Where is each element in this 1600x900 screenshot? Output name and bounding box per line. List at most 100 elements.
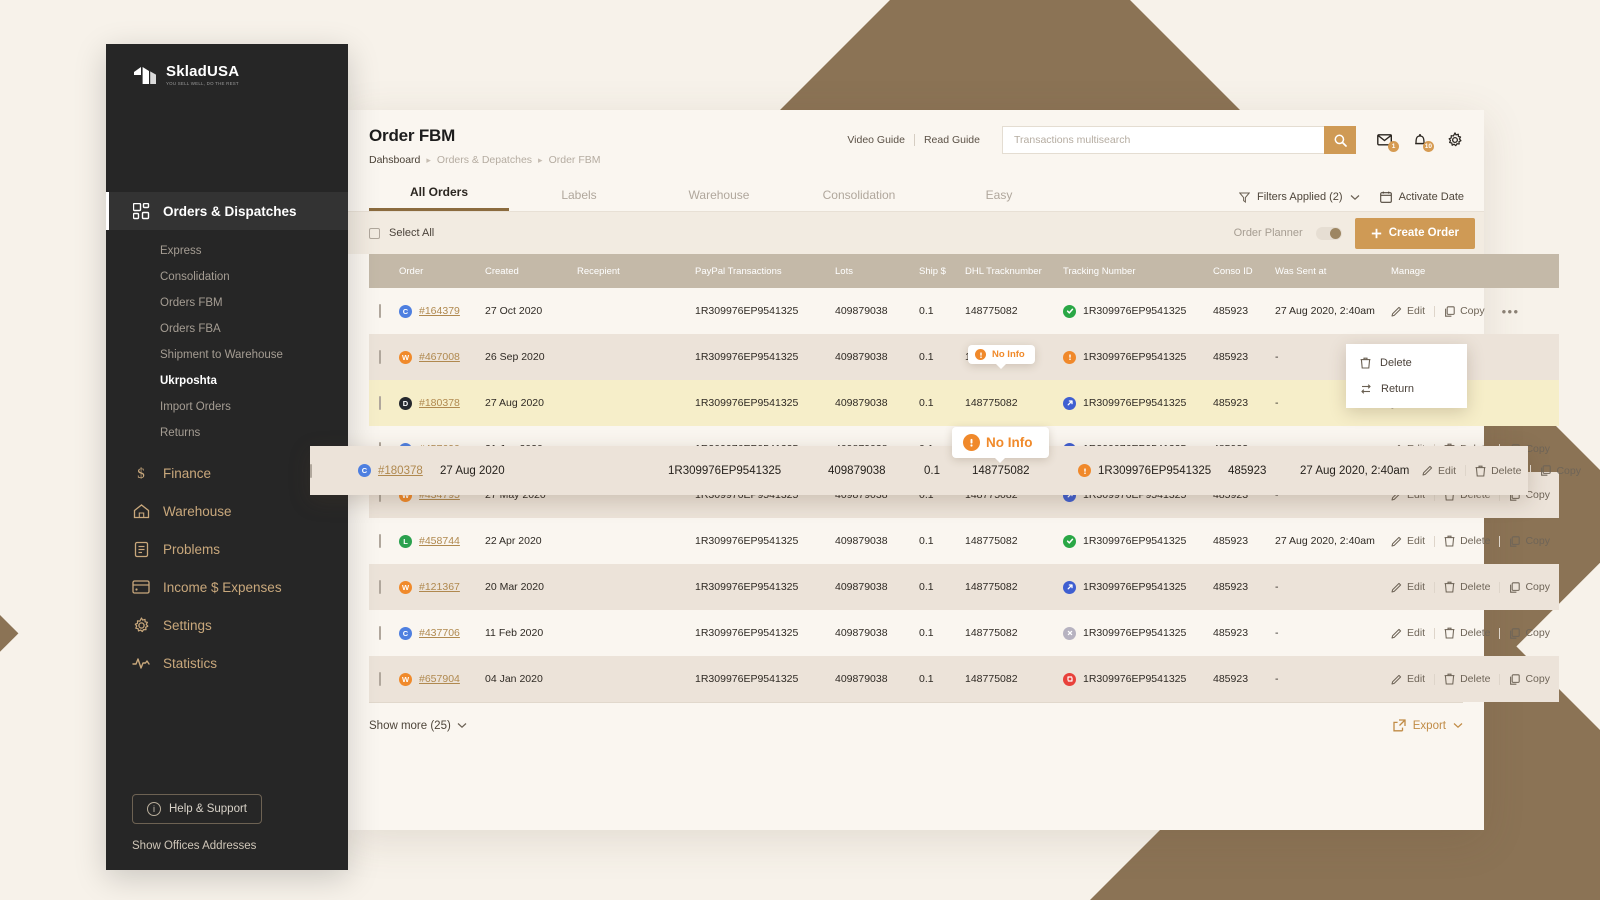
trash-icon (1475, 465, 1486, 477)
select-all-checkbox[interactable] (369, 227, 380, 239)
show-offices-addresses-link[interactable]: Show Offices Addresses (132, 840, 348, 852)
search-button[interactable] (1324, 126, 1356, 154)
breadcrumb-item-orders[interactable]: Orders & Depatches (437, 154, 532, 166)
edit-action[interactable]: Edit (1391, 673, 1434, 685)
th-paypal-transactions[interactable]: PayPal Transactions (695, 254, 835, 288)
th-created[interactable]: Created (485, 254, 577, 288)
breadcrumb-item-dashboard[interactable]: Dahsboard (369, 154, 420, 166)
copy-action[interactable]: Copy (1500, 673, 1559, 685)
edit-action[interactable]: Edit (1391, 581, 1434, 593)
row-checkbox[interactable] (379, 580, 381, 594)
sidebar-subitem-express[interactable]: Express (106, 238, 348, 264)
delete-action[interactable]: Delete (1435, 535, 1499, 547)
copy-action[interactable]: Copy (1531, 465, 1590, 477)
ship-cell: 0.1 (919, 351, 934, 363)
sidebar-subitem-returns[interactable]: Returns (106, 420, 348, 446)
edit-action[interactable]: Edit (1391, 627, 1434, 639)
copy-action[interactable]: Copy (1500, 581, 1559, 593)
row-manage-actions: Edit Delete Copy (1391, 535, 1559, 547)
order-link[interactable]: #164379 (419, 305, 460, 317)
help-support-button[interactable]: i Help & Support (132, 794, 262, 824)
row-checkbox[interactable] (379, 672, 381, 686)
table-row[interactable]: W #121367 20 Mar 2020 1R309976EP9541325 4098… (369, 564, 1559, 610)
mail-button[interactable]: 1 (1376, 131, 1399, 152)
delete-action[interactable]: Delete (1435, 581, 1499, 593)
select-all-control[interactable]: Select All (369, 227, 434, 239)
row-checkbox[interactable] (310, 463, 312, 478)
hovered-order-row[interactable]: C #180378 27 Aug 2020 1R309976EP9541325 4098… (310, 446, 1581, 495)
sidebar-subitem-orders-fba[interactable]: Orders FBA (106, 316, 348, 342)
search-input[interactable] (1002, 126, 1324, 154)
tab-all-orders[interactable]: All Orders (369, 185, 509, 211)
filters-applied-button[interactable]: Filters Applied (2) (1238, 191, 1360, 203)
paypal-cell: 1R309976EP9541325 (695, 535, 799, 547)
th-was-sent-at[interactable]: Was Sent at (1275, 254, 1391, 288)
read-guide-link[interactable]: Read Guide (915, 134, 989, 146)
tracking-cell: 1R309976EP9541325 (1063, 350, 1213, 364)
th-order[interactable]: Order (399, 254, 485, 288)
edit-action[interactable]: Edit (1391, 305, 1434, 317)
th-tracking-number[interactable]: Tracking Number (1063, 254, 1213, 288)
brand-logo[interactable]: SkladUSA YOU SELL WELL, DO THE REST (106, 44, 348, 86)
copy-action[interactable]: Copy (1500, 535, 1559, 547)
delete-action[interactable]: Delete (1435, 673, 1499, 685)
tab-labels[interactable]: Labels (509, 188, 649, 211)
th-dhl-tracknumber[interactable]: DHL Tracknumber (965, 254, 1063, 288)
edit-action[interactable]: Edit (1422, 465, 1465, 477)
edit-action[interactable]: Edit (1391, 535, 1434, 547)
sidebar-item-settings[interactable]: Settings (106, 606, 348, 644)
sidebar-item-orders-dispatches[interactable]: Orders & Dispatches (106, 192, 348, 230)
sidebar-item-income-expenses[interactable]: Income $ Expenses (106, 568, 348, 606)
export-button[interactable]: Export (1393, 719, 1463, 732)
th-conso-id[interactable]: Conso ID (1213, 254, 1275, 288)
delete-action[interactable]: Delete (1466, 465, 1530, 477)
tab-warehouse[interactable]: Warehouse (649, 188, 789, 211)
video-guide-link[interactable]: Video Guide (838, 134, 914, 146)
th-recepient[interactable]: Recepient (577, 254, 695, 288)
show-more-button[interactable]: Show more (25) (369, 720, 467, 732)
notifications-button[interactable]: 10 (1411, 131, 1434, 152)
more-actions-icon[interactable]: ••• (1494, 304, 1528, 319)
sidebar-subitem-ukrposhta[interactable]: Ukrposhta (106, 368, 348, 394)
sidebar-item-statistics[interactable]: Statistics (106, 644, 348, 682)
order-link[interactable]: #437706 (419, 627, 460, 639)
activate-date-button[interactable]: Activate Date (1379, 191, 1464, 203)
order-link[interactable]: #121367 (419, 581, 460, 593)
sidebar-item-warehouse[interactable]: Warehouse (106, 492, 348, 530)
table-row[interactable]: C #437706 11 Feb 2020 1R309976EP9541325 4098… (369, 610, 1559, 656)
context-menu-item-return[interactable]: Return (1346, 376, 1467, 402)
tab-easy[interactable]: Easy (929, 188, 1069, 211)
sidebar-subitem-import-orders[interactable]: Import Orders (106, 394, 348, 420)
row-checkbox[interactable] (379, 626, 381, 640)
row-checkbox[interactable] (379, 350, 381, 364)
order-link[interactable]: #467008 (419, 351, 460, 363)
sidebar-subitem-orders-fbm[interactable]: Orders FBM (106, 290, 348, 316)
row-checkbox[interactable] (379, 304, 381, 318)
table-row[interactable]: C #164379 27 Oct 2020 1R309976EP9541325 4098… (369, 288, 1559, 334)
row-checkbox[interactable] (379, 396, 381, 410)
row-checkbox[interactable] (379, 534, 381, 548)
table-row[interactable]: W #657904 04 Jan 2020 1R309976EP9541325 4098… (369, 656, 1559, 702)
recepient-cell (577, 564, 695, 610)
th-ship[interactable]: Ship $ (919, 254, 965, 288)
copy-action[interactable]: Copy (1500, 627, 1559, 639)
sidebar-subitem-consolidation[interactable]: Consolidation (106, 264, 348, 290)
order-planner-toggle[interactable] (1315, 226, 1342, 240)
tab-consolidation[interactable]: Consolidation (789, 188, 929, 211)
create-order-button[interactable]: Create Order (1354, 217, 1475, 249)
sidebar-subitem-shipment-to-warehouse[interactable]: Shipment to Warehouse (106, 342, 348, 368)
table-row[interactable]: L #458744 22 Apr 2020 1R309976EP9541325 4098… (369, 518, 1559, 564)
order-link[interactable]: #657904 (419, 673, 460, 685)
th-lots[interactable]: Lots (835, 254, 919, 288)
copy-action[interactable]: Copy (1435, 305, 1494, 317)
delete-action[interactable]: Delete (1435, 627, 1499, 639)
settings-button[interactable] (1446, 131, 1464, 149)
order-link[interactable]: #180378 (419, 397, 460, 409)
warehouse-logo-icon (133, 65, 157, 85)
context-menu-item-delete[interactable]: Delete (1346, 350, 1467, 376)
created-cell: 27 Oct 2020 (485, 305, 543, 317)
order-link[interactable]: #458744 (419, 535, 460, 547)
order-link[interactable]: #180378 (378, 465, 423, 477)
sidebar-item-problems[interactable]: Problems (106, 530, 348, 568)
plus-icon (1371, 228, 1382, 239)
